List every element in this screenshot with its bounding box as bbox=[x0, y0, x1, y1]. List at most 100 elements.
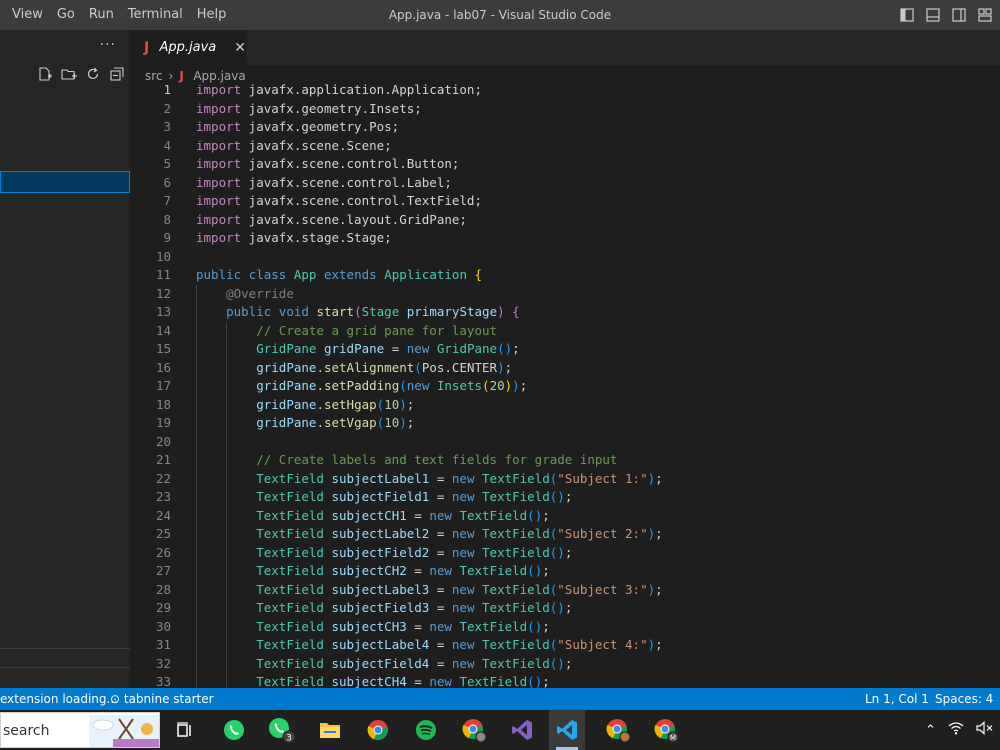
code-text[interactable]: import javafx.application.Application; bbox=[196, 81, 482, 100]
close-icon[interactable]: ✕ bbox=[234, 40, 246, 56]
selected-explorer-row[interactable] bbox=[0, 171, 130, 193]
code-line[interactable]: 21 // Create labels and text fields for … bbox=[130, 451, 1000, 470]
file-explorer-icon[interactable] bbox=[315, 715, 345, 745]
code-editor[interactable]: 1 import javafx.application.Application; 2… bbox=[130, 81, 1000, 688]
code-line[interactable]: 31 TextField subjectLabel4 = new TextFie… bbox=[130, 636, 1000, 655]
code-line[interactable]: 20 bbox=[130, 433, 1000, 452]
volume-icon[interactable] bbox=[970, 721, 1000, 739]
code-line[interactable]: 8 import javafx.scene.layout.GridPane; bbox=[130, 211, 1000, 230]
code-line[interactable]: 2 import javafx.geometry.Insets; bbox=[130, 100, 1000, 119]
indentation-status[interactable]: Spaces: 4 bbox=[935, 688, 993, 710]
code-text[interactable]: TextField subjectField3 = new TextField(… bbox=[196, 599, 572, 618]
spotify-icon[interactable] bbox=[411, 715, 441, 745]
code-text[interactable]: TextField subjectLabel3 = new TextField(… bbox=[196, 581, 662, 600]
code-line[interactable]: 14 // Create a grid pane for layout bbox=[130, 322, 1000, 341]
toggle-secondary-sidebar-icon[interactable] bbox=[950, 6, 968, 24]
code-text[interactable]: TextField subjectCH4 = new TextField(); bbox=[196, 673, 550, 688]
search-input[interactable]: search bbox=[3, 713, 50, 749]
code-text[interactable]: TextField subjectLabel1 = new TextField(… bbox=[196, 470, 662, 489]
menu-run[interactable]: Run bbox=[82, 0, 121, 30]
code-text[interactable]: gridPane.setHgap(10); bbox=[196, 396, 414, 415]
code-text[interactable]: // Create labels and text fields for gra… bbox=[196, 451, 617, 470]
customize-layout-icon[interactable] bbox=[976, 6, 994, 24]
code-line[interactable]: 15 GridPane gridPane = new GridPane(); bbox=[130, 340, 1000, 359]
code-line[interactable]: 27 TextField subjectCH2 = new TextField(… bbox=[130, 562, 1000, 581]
code-line[interactable]: 10 bbox=[130, 248, 1000, 267]
code-line[interactable]: 23 TextField subjectField1 = new TextFie… bbox=[130, 488, 1000, 507]
vscode-icon[interactable] bbox=[552, 715, 582, 745]
code-line[interactable]: 6 import javafx.scene.control.Label; bbox=[130, 174, 1000, 193]
code-line[interactable]: 11 public class App extends Application { bbox=[130, 266, 1000, 285]
task-view-icon[interactable] bbox=[170, 715, 200, 745]
code-text[interactable]: TextField subjectField2 = new TextField(… bbox=[196, 544, 572, 563]
new-folder-icon[interactable] bbox=[60, 65, 78, 83]
code-line[interactable]: 4 import javafx.scene.Scene; bbox=[130, 137, 1000, 156]
code-text[interactable]: TextField subjectLabel4 = new TextField(… bbox=[196, 636, 662, 655]
code-text[interactable]: import javafx.scene.layout.GridPane; bbox=[196, 211, 467, 230]
whatsapp-icon[interactable] bbox=[219, 715, 249, 745]
extension-status[interactable]: extension loading... bbox=[0, 688, 118, 710]
toggle-panel-icon[interactable] bbox=[924, 6, 942, 24]
toggle-sidebar-icon[interactable] bbox=[898, 6, 916, 24]
code-line[interactable]: 19 gridPane.setVgap(10); bbox=[130, 414, 1000, 433]
menu-go[interactable]: Go bbox=[50, 0, 82, 30]
code-line[interactable]: 12 @Override bbox=[130, 285, 1000, 304]
code-line[interactable]: 33 TextField subjectCH4 = new TextField(… bbox=[130, 673, 1000, 688]
code-line[interactable]: 1 import javafx.application.Application; bbox=[130, 81, 1000, 100]
code-text[interactable]: TextField subjectCH3 = new TextField(); bbox=[196, 618, 550, 637]
taskbar-search[interactable]: search bbox=[0, 712, 160, 748]
code-text[interactable]: import javafx.scene.Scene; bbox=[196, 137, 392, 156]
code-text[interactable]: GridPane gridPane = new GridPane(); bbox=[196, 340, 519, 359]
code-text[interactable]: @Override bbox=[196, 285, 294, 304]
code-line[interactable]: 25 TextField subjectLabel2 = new TextFie… bbox=[130, 525, 1000, 544]
chrome-profile-2-icon[interactable] bbox=[603, 715, 633, 745]
code-text[interactable]: import javafx.geometry.Pos; bbox=[196, 118, 399, 137]
code-line[interactable]: 18 gridPane.setHgap(10); bbox=[130, 396, 1000, 415]
code-line[interactable]: 13 public void start(Stage primaryStage)… bbox=[130, 303, 1000, 322]
code-text[interactable]: TextField subjectField1 = new TextField(… bbox=[196, 488, 572, 507]
tabnine-status[interactable]: ⊙ tabnine starter bbox=[110, 688, 214, 710]
code-line[interactable]: 3 import javafx.geometry.Pos; bbox=[130, 118, 1000, 137]
code-text[interactable]: public class App extends Application { bbox=[196, 266, 482, 285]
code-text[interactable]: TextField subjectField4 = new TextField(… bbox=[196, 655, 572, 674]
code-line[interactable]: 22 TextField subjectLabel1 = new TextFie… bbox=[130, 470, 1000, 489]
whatsapp-business-icon[interactable]: 3 bbox=[266, 715, 296, 745]
code-line[interactable]: 29 TextField subjectField3 = new TextFie… bbox=[130, 599, 1000, 618]
code-text[interactable]: public void start(Stage primaryStage) { bbox=[196, 303, 520, 322]
menu-view[interactable]: View bbox=[0, 0, 50, 30]
visual-studio-icon[interactable] bbox=[507, 715, 537, 745]
code-text[interactable]: import javafx.scene.control.TextField; bbox=[196, 192, 482, 211]
code-text[interactable]: import javafx.stage.Stage; bbox=[196, 229, 392, 248]
new-file-icon[interactable] bbox=[36, 65, 54, 83]
code-text[interactable]: TextField subjectCH1 = new TextField(); bbox=[196, 507, 550, 526]
code-text[interactable]: TextField subjectCH2 = new TextField(); bbox=[196, 562, 550, 581]
code-text[interactable]: TextField subjectLabel2 = new TextField(… bbox=[196, 525, 662, 544]
code-text[interactable]: import javafx.geometry.Insets; bbox=[196, 100, 422, 119]
code-line[interactable]: 5 import javafx.scene.control.Button; bbox=[130, 155, 1000, 174]
show-hidden-icons[interactable]: ⌃ bbox=[919, 723, 942, 738]
code-line[interactable]: 26 TextField subjectField2 = new TextFie… bbox=[130, 544, 1000, 563]
refresh-icon[interactable] bbox=[84, 65, 102, 83]
code-text[interactable]: import javafx.scene.control.Label; bbox=[196, 174, 452, 193]
code-line[interactable]: 16 gridPane.setAlignment(Pos.CENTER); bbox=[130, 359, 1000, 378]
chrome-profile-icon[interactable] bbox=[459, 715, 489, 745]
code-line[interactable]: 30 TextField subjectCH3 = new TextField(… bbox=[130, 618, 1000, 637]
code-line[interactable]: 17 gridPane.setPadding(new Insets(20)); bbox=[130, 377, 1000, 396]
code-line[interactable]: 7 import javafx.scene.control.TextField; bbox=[130, 192, 1000, 211]
tab-app-java[interactable]: J App.java ✕ bbox=[130, 30, 246, 65]
code-line[interactable]: 9 import javafx.stage.Stage; bbox=[130, 229, 1000, 248]
code-text[interactable]: import javafx.scene.control.Button; bbox=[196, 155, 459, 174]
cursor-position[interactable]: Ln 1, Col 1 bbox=[865, 688, 929, 710]
code-line[interactable]: 32 TextField subjectField4 = new TextFie… bbox=[130, 655, 1000, 674]
menu-terminal[interactable]: Terminal bbox=[121, 0, 190, 30]
code-text[interactable]: // Create a grid pane for layout bbox=[196, 322, 497, 341]
collapse-all-icon[interactable] bbox=[108, 65, 126, 83]
menu-help[interactable]: Help bbox=[190, 0, 234, 30]
wifi-icon[interactable] bbox=[942, 721, 970, 739]
code-text[interactable]: gridPane.setAlignment(Pos.CENTER); bbox=[196, 359, 512, 378]
code-line[interactable]: 28 TextField subjectLabel3 = new TextFie… bbox=[130, 581, 1000, 600]
chrome-icon[interactable] bbox=[363, 715, 393, 745]
code-line[interactable]: 24 TextField subjectCH1 = new TextField(… bbox=[130, 507, 1000, 526]
chrome-profile-m-icon[interactable]: M bbox=[651, 715, 681, 745]
more-actions-icon[interactable]: ··· bbox=[100, 37, 116, 53]
